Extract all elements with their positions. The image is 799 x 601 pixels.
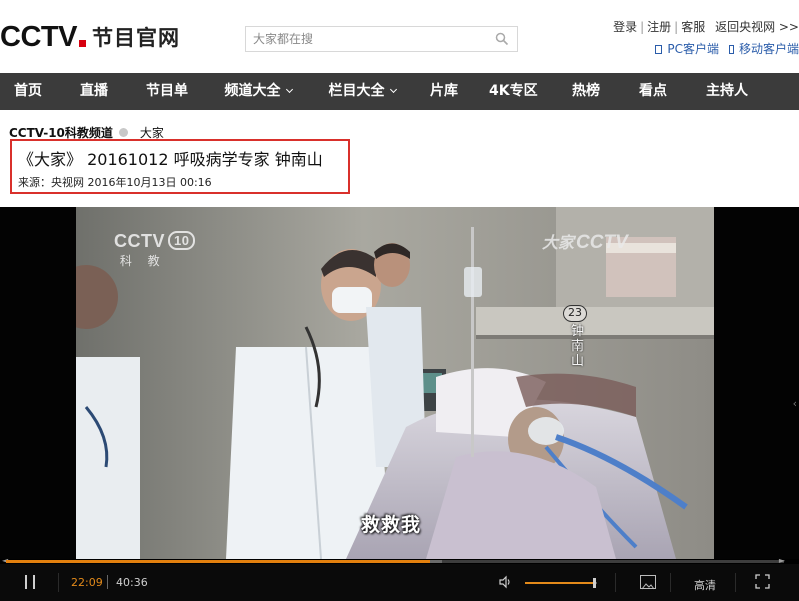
search-box [245,26,518,52]
channel-watermark: CCTV 10 科 教 [114,231,196,269]
account-links: 登录 | 注册 | 客服 返回央视网 >> [613,20,799,34]
fullscreen-icon[interactable] [755,574,770,589]
chevron-left-icon[interactable]: ‹ [793,397,797,410]
controls-divider [670,573,671,592]
nav-library[interactable]: 片库 [429,73,459,110]
letterbox-left [0,207,76,559]
monitor-icon [655,45,663,54]
video-player[interactable]: CCTV10 科 教 大家CCTV 23 钟南山 救救我 ‹ ◄ ► 22:09… [0,207,799,601]
nav-home[interactable]: 首页 [13,73,43,110]
breadcrumb-channel[interactable]: CCTV-10科教频道 [9,126,113,140]
pause-icon[interactable] [25,575,35,589]
total-time: 40:36 [116,576,148,589]
controls-divider [735,573,736,592]
controls-divider [58,573,59,592]
client-links: PC客户端 移动客户端 [655,40,799,57]
main-nav: 首页 直播 节目单 频道大全 栏目大全 片库 4K专区 热榜 看点 主持人 [0,73,799,110]
volume-level [525,578,596,588]
current-time: 22:09 [71,576,103,589]
site-logo[interactable]: CCTV 节目官网 [0,20,180,53]
logo-subtitle: 节目官网 [91,26,180,50]
video-frame[interactable]: CCTV 10 科 教 大家 CCTV 23 钟南山 救救我 [76,207,714,559]
name-badge: 23 [563,305,587,322]
video-source-date: 来源：央视网 2016年10月13日 00:16 [18,176,212,189]
video-title: 《大家》 20161012 呼吸病学专家 钟南山 [18,150,323,169]
return-cntv-link[interactable]: 返回央视网 >> [715,20,799,34]
volume-slider[interactable] [525,578,597,588]
nav-hosts[interactable]: 主持人 [705,73,749,110]
chevron-down-icon [285,85,293,94]
time-separator [107,575,108,589]
nav-hot[interactable]: 热榜 [571,73,601,110]
chevron-down-icon [389,85,397,94]
video-subtitle: 救救我 [361,514,422,536]
login-link[interactable]: 登录 [613,20,637,34]
pc-client-link[interactable]: PC客户端 [655,42,719,56]
nav-schedule[interactable]: 节目单 [145,73,189,110]
customer-service-link[interactable]: 客服 [681,20,705,34]
register-link[interactable]: 注册 [647,20,671,34]
volume-knob[interactable] [592,578,596,588]
mobile-client-link[interactable]: 移动客户端 [728,42,799,56]
phone-icon [728,45,734,54]
volume-icon[interactable] [498,575,512,589]
site-header: CCTV 节目官网 登录|注册|客服 返回央视网 >> PC客户端移动客户端 [0,0,799,73]
nav-live[interactable]: 直播 [79,73,109,110]
controls-divider [615,573,616,592]
picture-settings-icon[interactable] [640,575,656,590]
progress-bar[interactable] [6,560,784,563]
name-caption: 钟南山 [571,324,585,369]
breadcrumb-separator-icon [118,128,128,137]
video-title-box: 《大家》 20161012 呼吸病学专家 钟南山 来源：央视网 2016年10月… [10,139,350,194]
progress-played [6,560,430,563]
quality-selector[interactable]: 高清 [694,577,716,593]
nav-4k[interactable]: 4K专区 [489,73,538,110]
player-controls: 22:09 40:36 高清 [0,564,799,601]
logo-text: CCTV [0,20,77,53]
search-input[interactable] [246,27,486,51]
letterbox-right: ‹ [714,207,799,559]
nav-channels[interactable]: 频道大全 [222,73,294,110]
nav-columns[interactable]: 栏目大全 [326,73,398,110]
breadcrumb-program[interactable]: 大家 [140,126,164,140]
program-watermark: 大家 CCTV [542,232,628,253]
search-icon[interactable] [495,32,509,46]
logo-red-dot [78,39,86,47]
nav-highlights[interactable]: 看点 [638,73,668,110]
